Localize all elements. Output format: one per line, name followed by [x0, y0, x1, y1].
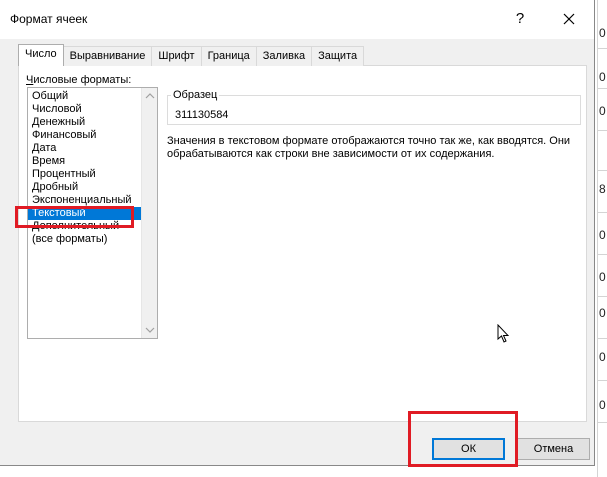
list-scrollbar[interactable]: [141, 88, 157, 338]
grid-line: [598, 130, 607, 131]
grid-line: [598, 338, 607, 339]
cell-value: 0: [599, 306, 606, 320]
mouse-cursor-icon: [497, 323, 511, 344]
help-button[interactable]: ?: [512, 10, 528, 27]
grid-line: [598, 88, 607, 89]
format-item-general[interactable]: Общий: [28, 90, 142, 103]
cell-value: 0: [599, 70, 606, 84]
tab-strip: Число Выравнивание Шрифт Граница Заливка…: [18, 44, 365, 66]
sample-group: [167, 95, 581, 125]
grid-line: [598, 48, 607, 49]
cell-value: 8: [599, 182, 606, 196]
grid-line: [598, 296, 607, 297]
format-item-special[interactable]: Дополнительный: [28, 220, 142, 233]
cell-value: 0: [599, 350, 606, 364]
format-item-date[interactable]: Дата: [28, 142, 142, 155]
format-item-text[interactable]: Текстовый: [28, 207, 142, 220]
tab-alignment[interactable]: Выравнивание: [62, 46, 153, 66]
format-cells-dialog: Формат ячеек ? Число Выравнивание Шрифт …: [0, 0, 595, 466]
grid-line: [598, 212, 607, 213]
label-text: исловые форматы:: [33, 74, 132, 86]
tab-fill[interactable]: Заливка: [255, 46, 313, 66]
grid-line: [598, 380, 607, 381]
tab-border[interactable]: Граница: [200, 46, 257, 66]
dialog-titlebar[interactable]: Формат ячеек ?: [0, 0, 594, 40]
scroll-down-arrow-icon[interactable]: [142, 322, 158, 338]
sample-label: Образец: [171, 89, 220, 101]
grid-line: [597, 0, 598, 477]
cell-value: 0: [599, 26, 606, 40]
grid-line: [598, 254, 607, 255]
format-item-number[interactable]: Числовой: [28, 103, 142, 116]
tab-protection[interactable]: Защита: [311, 46, 365, 66]
format-item-scientific[interactable]: Экспоненциальный: [28, 194, 142, 207]
number-formats-list[interactable]: Общий Числовой Денежный Финансовый Дата …: [27, 87, 158, 339]
format-item-time[interactable]: Время: [28, 155, 142, 168]
cell-value: 0: [599, 398, 606, 412]
tab-number[interactable]: Число: [18, 44, 64, 66]
dialog-title: Формат ячеек: [10, 12, 88, 26]
sample-value: 311130584: [175, 109, 229, 121]
number-formats-label: Числовые форматы:: [26, 74, 131, 86]
ok-button[interactable]: ОК: [432, 438, 505, 460]
format-item-percentage[interactable]: Процентный: [28, 168, 142, 181]
format-description: Значения в текстовом формате отображаютс…: [167, 135, 571, 160]
scroll-up-arrow-icon[interactable]: [142, 88, 158, 104]
close-icon[interactable]: [558, 8, 580, 30]
cancel-button[interactable]: Отмена: [517, 438, 590, 460]
format-item-fraction[interactable]: Дробный: [28, 181, 142, 194]
tab-font[interactable]: Шрифт: [151, 46, 202, 66]
grid-line: [598, 422, 607, 423]
grid-line: [598, 170, 607, 171]
cell-value: 0: [599, 228, 606, 242]
format-item-currency[interactable]: Денежный: [28, 116, 142, 129]
cell-value: 0: [599, 104, 606, 118]
format-item-custom[interactable]: (все форматы): [28, 233, 142, 246]
cell-value: 0: [599, 270, 606, 284]
format-item-accounting[interactable]: Финансовый: [28, 129, 142, 142]
